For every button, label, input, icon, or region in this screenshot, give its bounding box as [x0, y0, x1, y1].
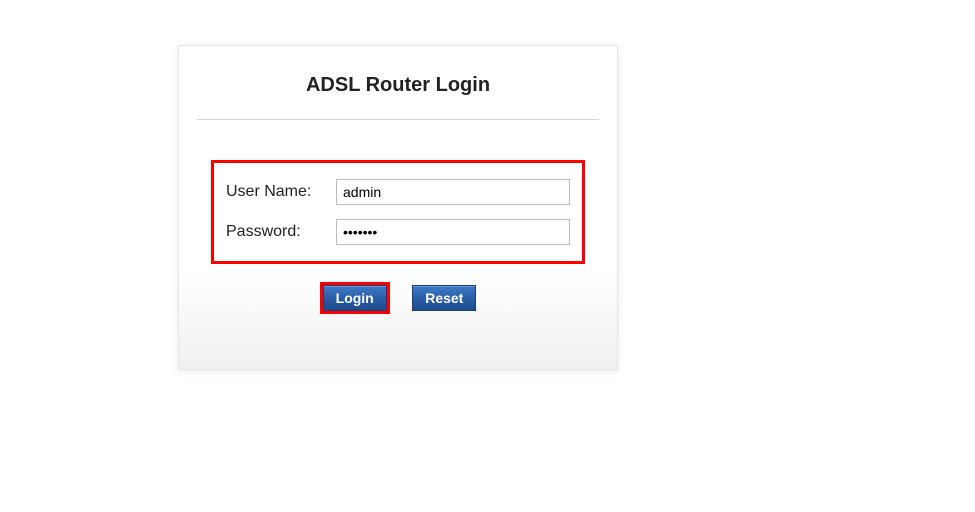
reset-button[interactable]: Reset [412, 285, 476, 311]
password-row: Password: [226, 219, 570, 245]
button-row: Login Reset [211, 282, 585, 314]
password-label: Password: [226, 223, 336, 241]
form-area: User Name: Password: Login Reset [211, 160, 585, 314]
username-input[interactable] [336, 179, 570, 205]
login-button-highlight: Login [320, 282, 390, 314]
credentials-highlight-box: User Name: Password: [211, 160, 585, 264]
login-button[interactable]: Login [323, 285, 387, 311]
username-row: User Name: [226, 179, 570, 205]
username-label: User Name: [226, 183, 336, 201]
password-input[interactable] [336, 219, 570, 245]
divider [197, 119, 599, 120]
page-title: ADSL Router Login [197, 74, 599, 97]
login-panel: ADSL Router Login User Name: Password: L… [178, 45, 618, 370]
